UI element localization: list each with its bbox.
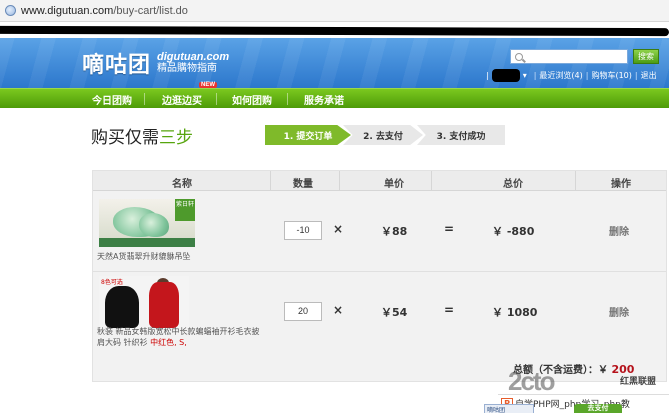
globe-icon bbox=[5, 5, 16, 16]
header-name: 名称 bbox=[172, 179, 192, 190]
bottom-tab[interactable]: 嘀咕团 bbox=[484, 404, 534, 413]
row-total: ￥ 1080 bbox=[492, 306, 538, 319]
chevron-down-icon[interactable]: ▾ bbox=[523, 71, 527, 80]
main-nav: 今日团购 边逛边买 NEW 如何团购 服务承诺 bbox=[0, 82, 669, 108]
new-badge: NEW bbox=[199, 82, 217, 88]
watermark-brand: 红黑联盟 bbox=[620, 377, 657, 387]
step-submit-order: 1. 提交订单 bbox=[265, 125, 351, 145]
nav-how-to[interactable]: 如何团购 bbox=[232, 92, 272, 107]
delete-button[interactable]: 删除 bbox=[609, 304, 629, 319]
multiply-sign: × bbox=[333, 303, 344, 317]
user-links: | ▾ | 最近浏览(4) | 购物车(10) | 退出 bbox=[486, 69, 657, 82]
url-text[interactable]: www.digutuan.com/buy-cart/list.do bbox=[21, 5, 188, 17]
cart-table: 名称 数量 单价 总价 操作 紫日轩 天然A货翡翠升财貔貅吊坠 -10 × ￥8… bbox=[92, 170, 667, 382]
sweater-product-image[interactable]: 8色可选 bbox=[99, 276, 189, 328]
logout-link[interactable]: 退出 bbox=[641, 70, 657, 81]
step-pay-success: 3. 支付成功 bbox=[417, 125, 505, 145]
search-icon bbox=[515, 52, 523, 61]
site-logo[interactable]: 嘀咕团 digutuan.com 精品購物指南 bbox=[82, 47, 229, 79]
row-total: ￥ -880 bbox=[492, 225, 535, 238]
quantity-input[interactable]: -10 bbox=[284, 221, 322, 240]
table-row: 8色可选 秋装 新品女韩版宽松中长款蝙蝠袖开衫毛衣披肩大码 针织衫 中红色, S… bbox=[93, 271, 666, 349]
checkout-button[interactable]: 去支付 bbox=[574, 404, 622, 413]
header-qty: 数量 bbox=[293, 179, 313, 190]
logo-domain: digutuan.com bbox=[157, 50, 230, 63]
header-total: 总价 bbox=[503, 179, 523, 190]
jade-pendant-image: 紫日轩 bbox=[99, 199, 195, 247]
color-count-label: 8色可选 bbox=[101, 279, 123, 286]
product-name-link[interactable]: 天然A货翡翠升财貔貅吊坠 bbox=[97, 251, 257, 262]
address-bar[interactable]: www.digutuan.com/buy-cart/list.do bbox=[0, 0, 669, 22]
table-row: 紫日轩 天然A货翡翠升财貔貅吊坠 -10 × ￥88 = ￥ -880 删除 bbox=[93, 193, 666, 267]
search-button[interactable]: 搜索 bbox=[633, 49, 659, 64]
header-action: 操作 bbox=[611, 179, 631, 190]
watermark-logo: 2cto bbox=[508, 366, 555, 396]
checkout-steps: 1. 提交订单 2. 去支付 3. 支付成功 bbox=[265, 125, 505, 145]
recent-views-link[interactable]: 最近浏览(4) bbox=[539, 70, 582, 81]
table-header: 名称 数量 单价 总价 操作 bbox=[93, 171, 666, 191]
unit-price: ￥88 bbox=[381, 225, 408, 238]
step-go-pay: 2. 去支付 bbox=[343, 125, 423, 145]
quantity-input[interactable]: 20 bbox=[284, 302, 322, 321]
username-redacted[interactable] bbox=[491, 69, 520, 82]
unit-price: ￥54 bbox=[381, 306, 408, 319]
nav-service-promise[interactable]: 服务承诺 bbox=[304, 92, 344, 107]
nav-today-deals[interactable]: 今日团购 bbox=[92, 92, 132, 107]
multiply-sign: × bbox=[333, 222, 344, 236]
equals-sign: = bbox=[444, 222, 455, 236]
nav-browse-buy[interactable]: 边逛边买 bbox=[162, 92, 202, 107]
redaction-bar bbox=[0, 25, 669, 37]
logo-slogan: 精品購物指南 bbox=[157, 62, 218, 74]
equals-sign: = bbox=[444, 303, 455, 317]
page-title: 购买仅需三步 bbox=[91, 128, 193, 148]
delete-button[interactable]: 删除 bbox=[609, 223, 629, 238]
cart-link[interactable]: 购物车(10) bbox=[591, 70, 631, 81]
header-unit-price: 单价 bbox=[384, 179, 404, 190]
search-input[interactable] bbox=[510, 49, 628, 64]
site-header: 嘀咕团 digutuan.com 精品購物指南 搜索 | ▾ | 最近浏览(4)… bbox=[0, 38, 669, 88]
logo-text: 嘀咕团 bbox=[82, 53, 152, 78]
shop-tag: 紫日轩 bbox=[175, 199, 195, 221]
product-variant: 中红色, S, bbox=[150, 338, 187, 347]
product-name-link[interactable]: 秋装 新品女韩版宽松中长款蝙蝠袖开衫毛衣披肩大码 针织衫 中红色, S, bbox=[97, 326, 265, 348]
